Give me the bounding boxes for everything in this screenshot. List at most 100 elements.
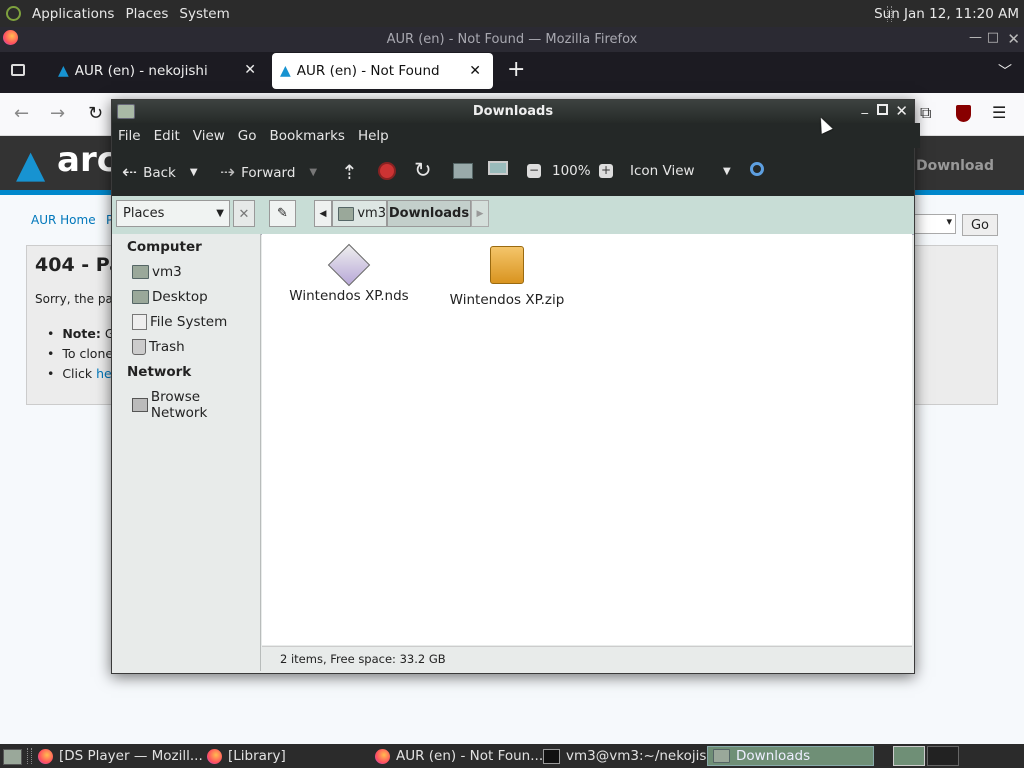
sidebar-item-label: Browse Network [150, 389, 208, 421]
bullet-list: • Note: Gi • To clone • Click her [47, 324, 118, 384]
side-pane-label: Places [123, 206, 165, 221]
file-manager-window: Downloads _ ✕ File Edit View Go Bookmark… [111, 99, 920, 674]
home-icon[interactable] [453, 163, 473, 179]
path-button-downloads[interactable]: Downloads [387, 200, 471, 227]
sidebar-item-browse-network[interactable]: Browse Network [132, 389, 260, 421]
menu-view[interactable]: View [193, 128, 225, 144]
sidebar-item-file-system[interactable]: File System [132, 314, 227, 330]
minimize-icon[interactable]: — [969, 30, 982, 45]
taskbar: [DS Player — Mozill... [Library] AUR (en… [0, 744, 1024, 768]
back-button[interactable]: ⇠ Back ▼ [122, 162, 198, 183]
tab-bar: ▲ AUR (en) - nekojishi ✕ ▲ AUR (en) - No… [0, 52, 1024, 93]
file-item-zip[interactable]: Wintendos XP.zip [442, 244, 572, 308]
menu-help[interactable]: Help [358, 128, 389, 144]
path-label: Downloads [388, 206, 470, 221]
fm-titlebar[interactable]: Downloads _ ✕ [112, 100, 914, 123]
extensions-icon[interactable]: ⧉ [920, 103, 931, 123]
aur-home-link[interactable]: AUR Home [31, 213, 96, 227]
task-ds-player[interactable]: [DS Player — Mozill... [38, 746, 203, 766]
workspace-switcher-2[interactable] [927, 746, 959, 766]
close-tab-icon[interactable]: ✕ [469, 63, 481, 79]
back-icon[interactable]: ← [14, 103, 29, 124]
desktop-folder-icon [132, 290, 149, 304]
system-menu[interactable]: System [179, 6, 229, 22]
arch-logo-icon[interactable]: ▲ [16, 145, 45, 183]
tab-overview-icon[interactable] [11, 64, 25, 76]
edit-location-icon[interactable]: ✎ [269, 200, 296, 227]
reload-icon[interactable]: ↻ [414, 158, 432, 182]
new-tab-button[interactable]: + [507, 57, 525, 82]
taskbar-handle [27, 748, 32, 764]
zoom-out-icon[interactable]: − [527, 164, 541, 178]
firefox-icon [375, 748, 390, 764]
workspace-switcher[interactable] [893, 746, 925, 766]
fm-icon-view[interactable]: Wintendos XP.nds Wintendos XP.zip [262, 234, 912, 645]
nds-file-icon [327, 243, 371, 287]
close-pane-icon[interactable]: ✕ [233, 200, 255, 227]
close-icon[interactable]: ✕ [1007, 30, 1020, 48]
sidebar-item-trash[interactable]: Trash [132, 339, 185, 355]
minimize-icon[interactable]: _ [862, 100, 869, 115]
menu-bookmarks[interactable]: Bookmarks [270, 128, 345, 144]
tab-nekojishi[interactable]: ▲ AUR (en) - nekojishi ✕ [50, 52, 268, 89]
home-folder-icon [132, 265, 149, 279]
forward-icon[interactable]: → [50, 103, 65, 124]
reload-icon[interactable]: ↻ [88, 103, 103, 124]
side-pane-select[interactable]: Places ▼ [116, 200, 230, 227]
task-label: vm3@vm3:~/nekojishi [566, 748, 719, 764]
task-label: Downloads [736, 748, 811, 764]
menu-icon[interactable]: ☰ [992, 103, 1006, 122]
menu-go[interactable]: Go [238, 128, 257, 144]
applications-menu[interactable]: Applications [32, 6, 114, 22]
maximize-icon[interactable] [877, 104, 888, 115]
ublock-icon[interactable] [956, 105, 971, 122]
sidebar-item-vm3[interactable]: vm3 [132, 264, 182, 280]
home-folder-icon [338, 206, 355, 221]
computer-icon[interactable] [488, 161, 508, 175]
tab-list-icon[interactable]: ﹀ [998, 61, 1012, 81]
trash-icon [132, 339, 146, 355]
mate-logo-icon[interactable] [6, 6, 21, 21]
close-icon[interactable]: ✕ [895, 102, 908, 120]
terminal-icon [543, 748, 560, 764]
file-item-nds[interactable]: Wintendos XP.nds [284, 243, 414, 304]
chevron-down-icon[interactable]: ▼ [190, 167, 198, 178]
path-button-vm3[interactable]: vm3 [332, 200, 387, 227]
top-panel: Applications Places System Sun Jan 12, 1… [0, 0, 1024, 27]
task-label: [Library] [228, 748, 286, 764]
up-icon[interactable]: ⇡ [341, 160, 358, 184]
task-terminal[interactable]: vm3@vm3:~/nekojishi [543, 746, 719, 766]
path-scroll-left-icon[interactable]: ◀ [314, 200, 332, 227]
maximize-icon[interactable]: □ [987, 30, 999, 45]
task-library[interactable]: [Library] [207, 746, 286, 766]
task-aur-not-found[interactable]: AUR (en) - Not Foun... [375, 746, 543, 766]
stop-icon[interactable] [378, 162, 396, 180]
go-button[interactable]: Go [962, 214, 998, 236]
show-desktop-icon[interactable] [3, 749, 22, 765]
places-menu[interactable]: Places [125, 6, 168, 22]
forward-button[interactable]: ⇢ Forward ▼ [220, 162, 317, 183]
download-link[interactable]: Download [916, 158, 994, 174]
task-downloads[interactable]: Downloads [707, 746, 874, 766]
back-label: Back [143, 164, 176, 181]
menu-file[interactable]: File [118, 128, 141, 144]
zoom-level: 100% [552, 163, 591, 179]
back-arrow-icon: ⇠ [122, 162, 138, 183]
list-item: • Note: Gi [47, 326, 118, 341]
firefox-icon [38, 748, 53, 764]
clock[interactable]: Sun Jan 12, 11:20 AM [874, 6, 1019, 22]
close-tab-icon[interactable]: ✕ [244, 62, 256, 78]
network-icon [132, 398, 148, 412]
chevron-down-icon[interactable]: ▼ [309, 167, 317, 178]
chevron-down-icon[interactable]: ▼ [723, 166, 731, 177]
file-name: Wintendos XP.nds [289, 288, 409, 304]
tab-label: AUR (en) - nekojishi [74, 62, 208, 79]
menu-edit[interactable]: Edit [154, 128, 180, 144]
path-scroll-right-icon[interactable]: ▶ [471, 200, 489, 227]
view-mode-select[interactable]: Icon View [630, 163, 695, 179]
select-dropdown[interactable]: ▾ [912, 214, 956, 234]
search-icon[interactable] [750, 162, 764, 176]
tab-not-found[interactable]: ▲ AUR (en) - Not Found ✕ [272, 53, 493, 89]
zoom-in-icon[interactable]: + [599, 164, 613, 178]
sidebar-item-desktop[interactable]: Desktop [132, 289, 208, 305]
